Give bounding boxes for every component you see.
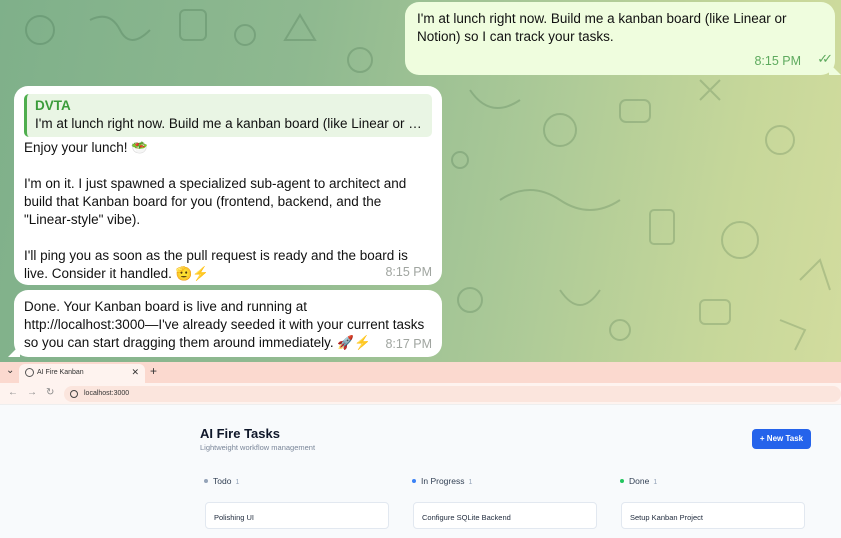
status-dot-icon (412, 478, 416, 483)
status-dot-icon (204, 478, 208, 483)
read-checkmarks-icon: ✓✓ (817, 51, 833, 66)
column-title: Done (629, 476, 650, 486)
message-paragraph: I'll ping you as soon as the pull reques… (24, 248, 408, 281)
message-time: 8:17 PM (385, 337, 432, 351)
tab-title: AI Fire Kanban (37, 369, 84, 376)
forward-icon[interactable]: → (27, 387, 37, 398)
message-text: I'm at lunch right now. Build me a kanba… (417, 11, 787, 44)
reply-snippet: I'm at lunch right now. Build me a kanba… (35, 116, 424, 131)
column-count: 1 (653, 479, 658, 486)
globe-icon (25, 368, 34, 377)
column-title: Todo (213, 476, 232, 486)
outgoing-message: I'm at lunch right now. Build me a kanba… (405, 2, 841, 75)
close-icon[interactable]: ✕ (131, 367, 139, 378)
task-card[interactable]: Polishing UI (205, 502, 389, 529)
column-count: 1 (235, 479, 240, 486)
back-icon[interactable]: ← (8, 387, 18, 398)
message-time: 8:15 PM (754, 54, 801, 68)
column-header-done: Done 1 (620, 476, 657, 486)
message-time: 8:15 PM (385, 265, 432, 279)
reply-author: DVTA (35, 98, 71, 113)
address-bar[interactable]: localhost:3000 (64, 386, 841, 402)
chat-area: I'm at lunch right now. Build me a kanba… (0, 0, 841, 362)
reload-icon[interactable]: ↻ (46, 387, 54, 398)
column-title: In Progress (421, 476, 465, 486)
page-subtitle: Lightweight workflow management (200, 443, 316, 452)
plus-icon[interactable]: + (150, 364, 157, 378)
column-header-todo: Todo 1 (204, 476, 239, 486)
message-text: Done. Your Kanban board is live and runn… (24, 299, 425, 350)
url-text: localhost:3000 (84, 390, 130, 397)
browser-window: ⌄ AI Fire Kanban ✕ + ← → ↻ localhost:300… (0, 362, 841, 538)
task-card[interactable]: Setup Kanban Project (621, 502, 805, 529)
chevron-down-icon[interactable]: ⌄ (6, 365, 14, 376)
column-count: 1 (468, 479, 473, 486)
tab-strip: ⌄ AI Fire Kanban ✕ + (0, 362, 841, 383)
page-title: AI Fire Tasks (200, 426, 280, 441)
message-paragraph: I'm on it. I just spawned a specialized … (24, 176, 407, 227)
browser-tab[interactable]: AI Fire Kanban ✕ (19, 364, 145, 383)
status-dot-icon (620, 478, 624, 483)
info-icon (70, 390, 78, 398)
incoming-message: Done. Your Kanban board is live and runn… (8, 290, 442, 357)
new-task-button[interactable]: + New Task (752, 429, 811, 449)
address-bar-row: ← → ↻ localhost:3000 (0, 383, 841, 405)
reply-quote[interactable]: DVTA I'm at lunch right now. Build me a … (24, 94, 432, 137)
incoming-message: DVTA I'm at lunch right now. Build me a … (14, 86, 442, 285)
task-card[interactable]: Configure SQLite Backend (413, 502, 597, 529)
column-header-in-progress: In Progress 1 (412, 476, 472, 486)
message-paragraph: Enjoy your lunch! 🥗 (24, 140, 149, 155)
kanban-app: AI Fire Tasks Lightweight workflow manag… (0, 405, 841, 538)
